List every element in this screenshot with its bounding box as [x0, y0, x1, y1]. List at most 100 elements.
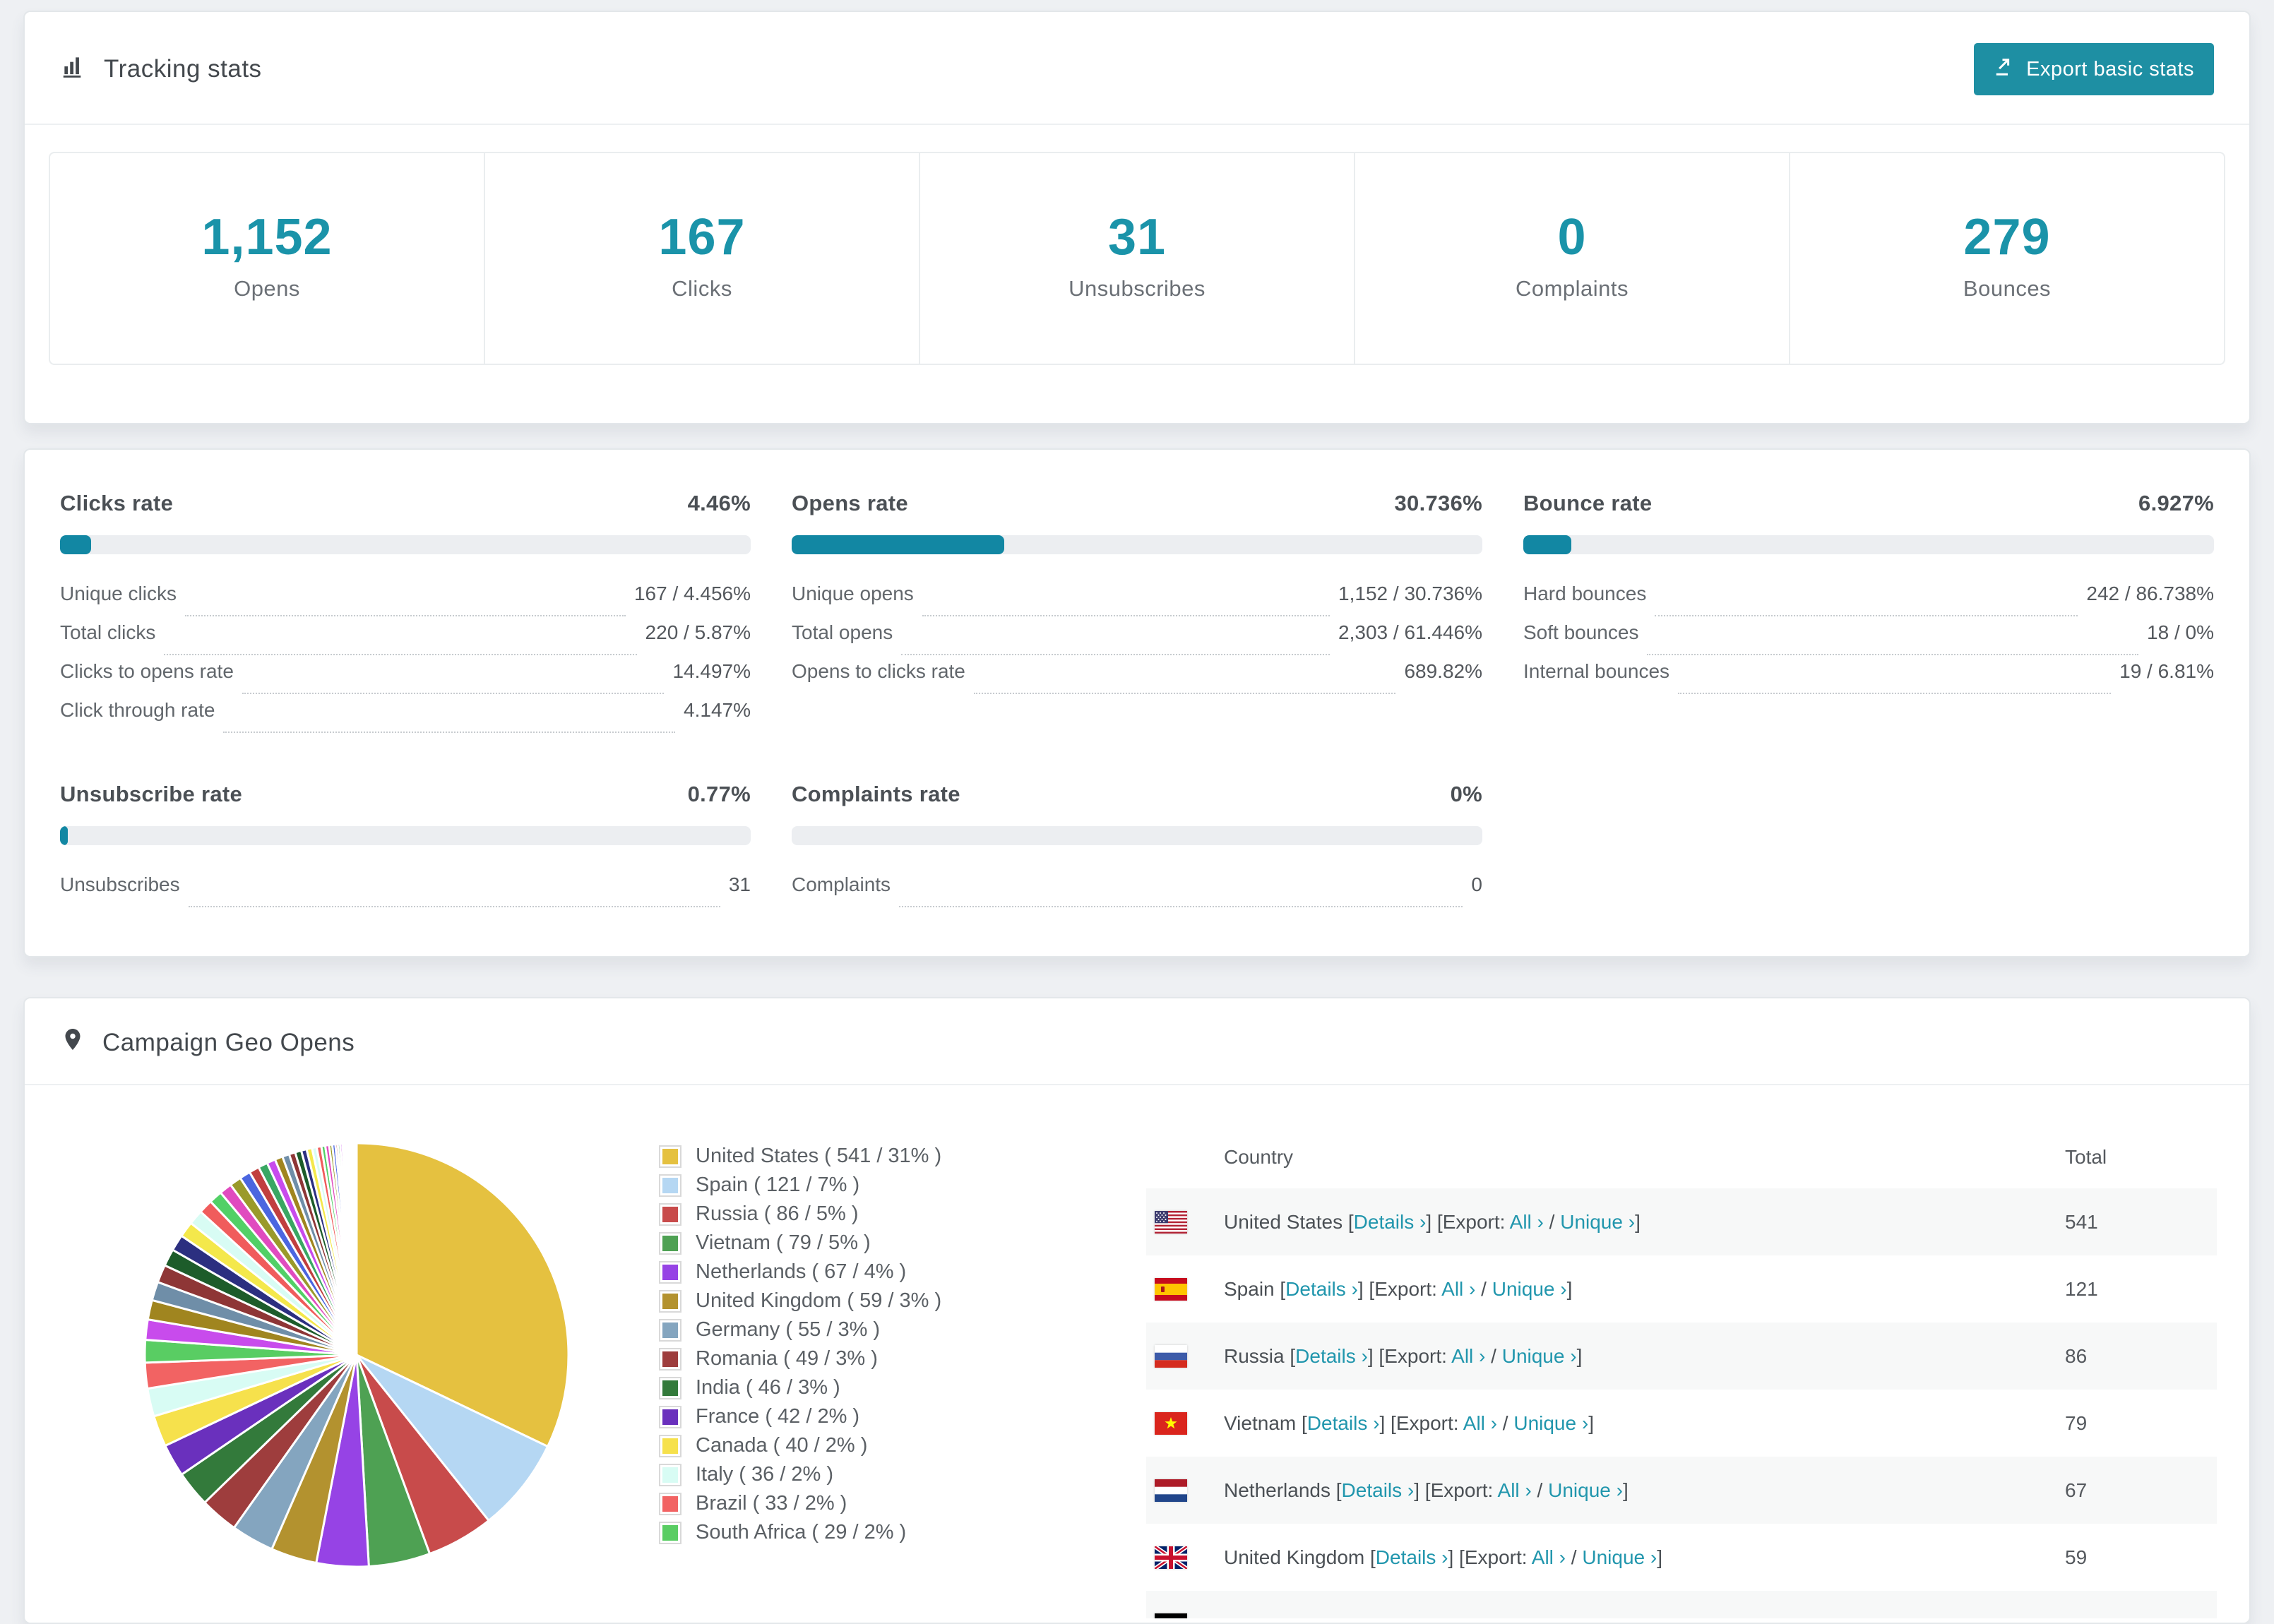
export-all-link[interactable]: All ›	[1510, 1211, 1544, 1233]
rate-detail-row: Hard bounces 242 / 86.738%	[1523, 583, 2214, 621]
stat-value: 279	[1963, 209, 2051, 265]
bracket-close: ]	[1635, 1210, 1641, 1233]
tracking-stats-box: 1,152 Opens 167 Clicks 31 Unsubscribes 0…	[49, 152, 2225, 365]
legend-item[interactable]: United States ( 541 / 31% )	[659, 1142, 1125, 1171]
export-unique-link[interactable]: Unique ›	[1582, 1546, 1657, 1568]
rate-title: Unsubscribe rate	[60, 782, 243, 806]
link-separator: /	[1497, 1411, 1514, 1434]
export-prefix: ] [Export:	[1379, 1411, 1463, 1434]
details-link[interactable]: Details ›	[1295, 1345, 1368, 1367]
legend-item[interactable]: France ( 42 / 2% )	[659, 1402, 1125, 1431]
legend-label: Vietnam ( 79 / 5% )	[696, 1231, 871, 1254]
country-name-links: United Kingdom [Details ›] [Export: All …	[1224, 1546, 2065, 1569]
legend-item[interactable]: Russia ( 86 / 5% )	[659, 1200, 1125, 1229]
bracket-close: ]	[1566, 1277, 1573, 1300]
legend-swatch	[659, 1347, 681, 1371]
legend-item[interactable]: United Kingdom ( 59 / 3% )	[659, 1286, 1125, 1315]
export-prefix: ] [Export:	[1414, 1479, 1498, 1501]
export-unique-link[interactable]: Unique ›	[1560, 1211, 1635, 1233]
table-row: Spain [Details ›] [Export: All › / Uniqu…	[1146, 1255, 2217, 1323]
export-basic-stats-button[interactable]: Export basic stats	[1974, 43, 2214, 95]
legend-item[interactable]: Canada ( 40 / 2% )	[659, 1431, 1125, 1460]
legend-item[interactable]: India ( 46 / 3% )	[659, 1373, 1125, 1402]
geo-header: Campaign Geo Opens	[25, 998, 2249, 1085]
country-total: 86	[2065, 1344, 2088, 1367]
country-name-links: Russia [Details ›] [Export: All › / Uniq…	[1224, 1345, 2065, 1368]
legend-item[interactable]: Romania ( 49 / 3% )	[659, 1344, 1125, 1373]
stat-value: 31	[1107, 209, 1167, 265]
stat-label: Opens	[234, 276, 300, 301]
map-pin-icon	[60, 1027, 85, 1058]
country-name-links: Vietnam [Details ›] [Export: All › / Uni…	[1224, 1412, 2065, 1435]
export-unique-link[interactable]: Unique ›	[1502, 1345, 1577, 1367]
table-row: Netherlands [Details ›] [Export: All › /…	[1146, 1457, 2217, 1524]
stat-label: Bounces	[1963, 276, 2052, 301]
export-all-link[interactable]: All ›	[1441, 1278, 1475, 1300]
legend-item[interactable]: Italy ( 36 / 2% )	[659, 1460, 1125, 1489]
legend-item[interactable]: South Africa ( 29 / 2% )	[659, 1518, 1125, 1547]
export-all-link[interactable]: All ›	[1532, 1546, 1566, 1568]
pie-legend: United States ( 541 / 31% ) Spain ( 121 …	[659, 1142, 1125, 1547]
stat-cell: 1,152 Opens	[50, 153, 484, 364]
legend-swatch	[659, 1521, 681, 1544]
rate-row-label: Internal bounces	[1523, 660, 1670, 682]
legend-label: Germany ( 55 / 3% )	[696, 1318, 881, 1341]
export-prefix: ] [Export:	[1367, 1344, 1452, 1367]
details-link[interactable]: Details ›	[1307, 1412, 1380, 1434]
details-link[interactable]: Details ›	[1376, 1546, 1448, 1568]
flag-es-icon	[1155, 1277, 1187, 1301]
export-button-label: Export basic stats	[2026, 57, 2194, 80]
link-separator: /	[1543, 1210, 1561, 1233]
export-unique-link[interactable]: Unique ›	[1513, 1412, 1588, 1434]
country-name: United States [	[1224, 1210, 1354, 1233]
legend-label: France ( 42 / 2% )	[696, 1405, 860, 1428]
export-unique-link[interactable]: Unique ›	[1548, 1479, 1623, 1501]
legend-label: Netherlands ( 67 / 4% )	[696, 1260, 907, 1283]
country-total: 67	[2065, 1479, 2088, 1501]
link-separator: /	[1531, 1479, 1549, 1501]
geo-table-header: Country Total	[1146, 1126, 2217, 1188]
legend-item[interactable]: Vietnam ( 79 / 5% )	[659, 1229, 1125, 1258]
dotted-leader	[188, 906, 720, 907]
legend-swatch	[659, 1202, 681, 1226]
rate-row-label: Soft bounces	[1523, 621, 1639, 643]
stat-cell: 31 Unsubscribes	[919, 153, 1354, 364]
details-link[interactable]: Details ›	[1285, 1278, 1358, 1300]
legend-label: Russia ( 86 / 5% )	[696, 1202, 859, 1225]
export-unique-link[interactable]: Unique ›	[1492, 1278, 1567, 1300]
geo-table-rows: United States [Details ›] [Export: All ›…	[1146, 1188, 2217, 1618]
stat-value: 0	[1557, 209, 1587, 265]
table-row: Russia [Details ›] [Export: All › / Uniq…	[1146, 1323, 2217, 1390]
legend-item[interactable]: Netherlands ( 67 / 4% )	[659, 1258, 1125, 1286]
details-link[interactable]: Details ›	[1354, 1211, 1427, 1233]
geo-title: Campaign Geo Opens	[102, 1028, 355, 1056]
legend-item[interactable]: Brazil ( 33 / 2% )	[659, 1489, 1125, 1518]
export-all-link[interactable]: All ›	[1463, 1412, 1497, 1434]
tracking-stats-header: Tracking stats Export basic stats	[25, 12, 2249, 125]
legend-item[interactable]: Spain ( 121 / 7% )	[659, 1171, 1125, 1200]
rate-row-label: Complaints	[792, 873, 891, 895]
rate-detail-row: Complaints 0	[792, 873, 1482, 912]
dotted-leader	[922, 615, 1331, 616]
rate-block: Opens rate 30.736% Unique opens 1,152 / …	[792, 491, 1482, 738]
dotted-leader	[1678, 693, 2112, 694]
details-link[interactable]: Details ›	[1342, 1479, 1415, 1501]
dotted-leader	[973, 693, 1396, 694]
rate-progress-fill	[792, 535, 1004, 554]
rate-title: Clicks rate	[60, 491, 174, 515]
rate-detail-row: Total clicks 220 / 5.87%	[60, 621, 751, 660]
country-total: 121	[2065, 1277, 2098, 1300]
export-icon	[1994, 56, 2015, 83]
rate-row-label: Hard bounces	[1523, 583, 1647, 604]
geo-pie-chart	[138, 1136, 576, 1574]
bracket-close: ]	[1576, 1344, 1583, 1367]
export-all-link[interactable]: All ›	[1498, 1479, 1532, 1501]
rate-value: 0%	[1450, 782, 1482, 806]
legend-label: Italy ( 36 / 2% )	[696, 1463, 834, 1486]
legend-item[interactable]: Germany ( 55 / 3% )	[659, 1315, 1125, 1344]
export-all-link[interactable]: All ›	[1451, 1345, 1485, 1367]
geo-body: United States ( 541 / 31% ) Spain ( 121 …	[25, 1085, 2249, 1618]
legend-swatch	[659, 1289, 681, 1313]
legend-swatch	[659, 1174, 681, 1197]
country-name: Vietnam [	[1224, 1411, 1307, 1434]
